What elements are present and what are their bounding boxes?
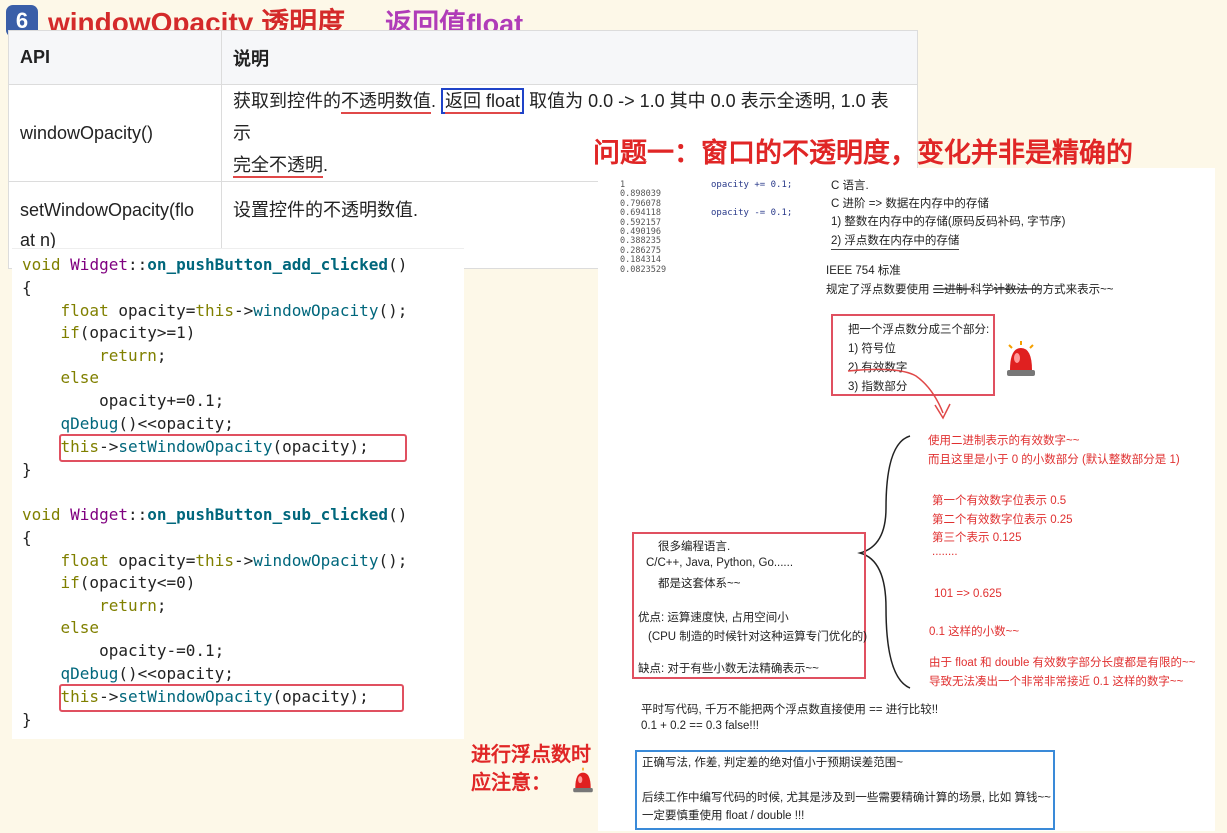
warning-note-1: 平时写代码, 千万不能把两个浮点数直接使用 == 进行比较!! <box>641 704 939 716</box>
code-line: float opacity=this->windowOpacity(); <box>60 551 408 570</box>
correct-note-1: 正确写法, 作差, 判定差的绝对值小于预期误差范围~ <box>642 757 903 769</box>
mantissa-note-2: 而且这里是小于 0 的小数部分 (默认整数部分是 1) <box>928 454 1180 466</box>
code-line: } <box>22 710 32 729</box>
correct-note-2: 后续工作中编写代码的时候, 尤其是涉及到一些需要精确计算的场景, 比如 算钱~~ <box>642 792 1051 804</box>
languages-box <box>632 532 866 679</box>
bit-note-2: 第二个有效数字位表示 0.25 <box>932 514 1073 526</box>
code-line: } <box>22 460 32 479</box>
warning-note-2: 0.1 + 0.2 == 0.3 false!!! <box>641 720 759 732</box>
code-line: else <box>60 368 100 387</box>
table-header-api: API <box>8 30 222 85</box>
code-line: qDebug()<<opacity; <box>60 664 234 683</box>
limit-note-1: 由于 float 和 double 有效数字部分长度都是有限的~~ <box>929 657 1196 669</box>
bit-note-1: 第一个有效数字位表示 0.5 <box>932 495 1067 507</box>
table-header-row: API 说明 <box>8 30 918 85</box>
siren-icon <box>573 767 593 793</box>
code-panel: void Widget::on_pushButton_add_clicked()… <box>12 248 464 739</box>
pro-note: 优点: 运算速度快, 占用空间小 <box>638 612 789 624</box>
code-line: { <box>22 528 32 547</box>
code-line: else <box>60 618 100 637</box>
api-name: windowOpacity() <box>8 84 222 182</box>
pro-note-detail: (CPU 制造的时候针对这种运算专门优化的) <box>648 631 868 643</box>
code-line: if(opacity>=1) <box>60 323 196 342</box>
lang-note-3: 都是这套体系~~ <box>658 578 741 590</box>
code-line: return; <box>99 346 167 365</box>
code-line: opacity+=0.1; <box>99 391 225 410</box>
binary-example: 101 => 0.625 <box>934 588 1002 600</box>
code-line: return; <box>99 596 167 615</box>
code-line: qDebug()<<opacity; <box>60 414 234 433</box>
bit-note-3: 第三个表示 0.125 <box>932 532 1022 544</box>
table-header-desc: 说明 <box>221 30 918 85</box>
correct-note-3: 一定要慎重使用 float / double !!! <box>642 810 805 822</box>
limit-note-2: 导致无法凑出一个非常非常接近 0.1 这样的数字~~ <box>929 676 1184 688</box>
code-highlight-box <box>59 684 404 712</box>
mantissa-note-1: 使用二进制表示的有效数字~~ <box>928 435 1080 447</box>
bit-note-ellipsis: ........ <box>932 546 958 558</box>
code-line: if(opacity<=0) <box>60 573 196 592</box>
notes-panel: 1 0.898039 0.796078 0.694118 0.592157 0.… <box>598 168 1215 831</box>
con-note: 缺点: 对于有些小数无法精确表示~~ <box>638 663 819 675</box>
return-float-highlight: 返回 float <box>441 88 525 114</box>
lang-note-2: C/C++, Java, Python, Go...... <box>646 557 794 569</box>
code-highlight-box <box>59 434 407 462</box>
problem-statement: 问题一：窗口的不透明度，变化并非是精确的 <box>593 138 1133 168</box>
lang-note-1: 很多编程语言. <box>658 541 731 553</box>
decimal-example: 0.1 这样的小数~~ <box>929 626 1020 638</box>
code-line: float opacity=this->windowOpacity(); <box>60 301 408 320</box>
code-line: opacity-=0.1; <box>99 641 225 660</box>
code-line: void Widget::on_pushButton_add_clicked() <box>22 255 408 274</box>
code-line: void Widget::on_pushButton_sub_clicked() <box>22 505 408 524</box>
code-line: { <box>22 278 32 297</box>
